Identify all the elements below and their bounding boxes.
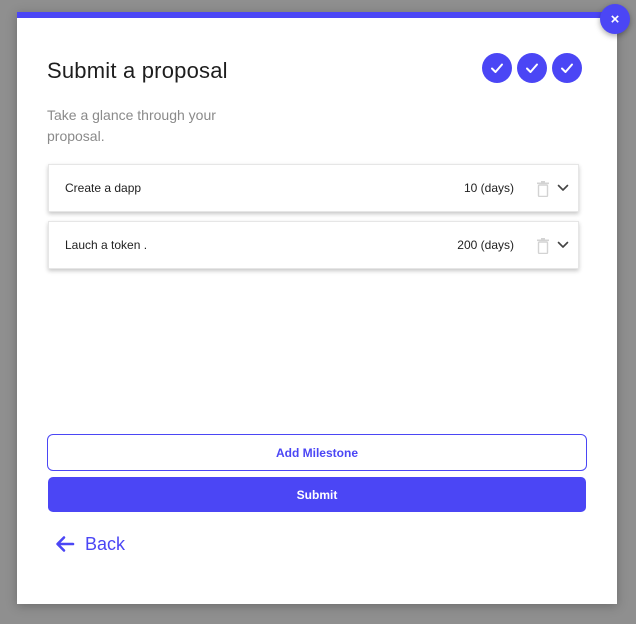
submit-button[interactable]: Submit: [48, 477, 586, 512]
step-indicator: [482, 53, 582, 83]
milestone-duration: 200 (days): [457, 238, 514, 252]
milestone-duration: 10 (days): [463, 181, 514, 195]
close-button[interactable]: ×: [600, 4, 630, 34]
add-milestone-button[interactable]: Add Milestone: [47, 434, 587, 471]
milestone-item[interactable]: Lauch a token . 200 (days): [48, 221, 579, 269]
milestone-title: Create a dapp: [65, 181, 142, 195]
modal-subtitle: Take a glance through your proposal.: [47, 107, 216, 144]
modal-title: Submit a proposal: [47, 58, 228, 83]
step-1-complete: [482, 53, 512, 83]
trash-icon[interactable]: [536, 181, 550, 197]
proposal-modal: Submit a proposal Take a glance through …: [17, 12, 617, 604]
check-icon: [491, 63, 503, 73]
step-2-complete: [517, 53, 547, 83]
check-icon: [526, 63, 538, 73]
step-3-complete: [552, 53, 582, 83]
trash-icon[interactable]: [536, 238, 550, 254]
milestone-title: Lauch a token .: [65, 238, 148, 252]
milestone-item[interactable]: Create a dapp 10 (days): [48, 164, 579, 212]
chevron-down-icon[interactable]: [557, 240, 569, 250]
arrow-left-icon: [56, 536, 75, 552]
back-link[interactable]: Back: [55, 531, 125, 557]
chevron-down-icon[interactable]: [557, 183, 569, 193]
check-icon: [561, 63, 573, 73]
modal-accent-bar: [17, 12, 617, 18]
back-label: Back: [85, 533, 126, 554]
